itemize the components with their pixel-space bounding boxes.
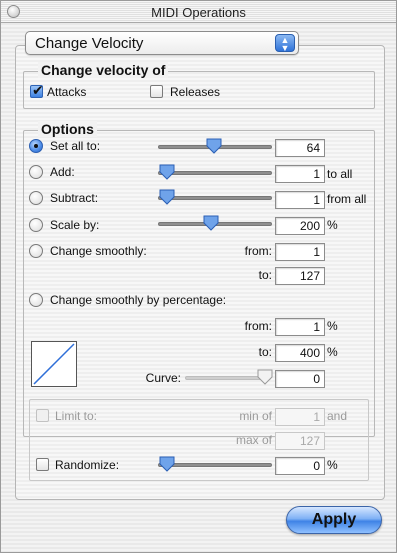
scale-by-field[interactable]: 200	[275, 217, 325, 235]
randomize-label: Randomize:	[55, 458, 120, 472]
scale-by-slider[interactable]	[158, 215, 272, 231]
subtract-suffix: from all	[327, 192, 367, 206]
subtract-radio[interactable]	[29, 191, 43, 205]
change-velocity-of-heading: Change velocity of	[38, 62, 169, 78]
add-field[interactable]: 1	[275, 165, 325, 183]
curve-label: Curve:	[145, 371, 181, 385]
popup-arrows-icon: ▲ ▼	[275, 34, 295, 53]
change-smoothly-from-label: from:	[244, 244, 272, 258]
scale-by-label: Scale by:	[50, 218, 100, 232]
add-radio[interactable]	[29, 165, 43, 179]
add-slider[interactable]	[158, 164, 272, 180]
set-all-to-radio[interactable]	[29, 139, 43, 153]
change-smoothly-label: Change smoothly:	[50, 244, 147, 258]
randomize-slider[interactable]	[158, 456, 272, 472]
limit-min-label: min of	[239, 409, 272, 423]
releases-checkbox[interactable]	[150, 85, 163, 98]
set-all-to-field[interactable]: 64	[275, 139, 325, 157]
scale-by-radio[interactable]	[29, 218, 43, 232]
add-label: Add:	[50, 165, 75, 179]
limit-to-checkbox[interactable]	[36, 409, 49, 422]
randomize-suffix: %	[327, 458, 338, 472]
change-smoothly-radio[interactable]	[29, 244, 43, 258]
curve-field[interactable]: 0	[275, 370, 325, 388]
add-suffix: to all	[327, 167, 353, 181]
change-smoothly-to-label: to:	[258, 268, 272, 282]
limit-max-field[interactable]: 127	[275, 432, 325, 450]
curve-slider[interactable]	[185, 369, 273, 385]
slider-thumb[interactable]	[159, 189, 175, 205]
subtract-slider[interactable]	[158, 189, 272, 205]
releases-label: Releases	[170, 85, 221, 99]
window-title: MIDI Operations	[151, 5, 246, 20]
title-bar[interactable]: MIDI Operations	[1, 1, 396, 23]
subtract-field[interactable]: 1	[275, 191, 325, 209]
set-all-to-label: Set all to:	[50, 139, 101, 153]
slider-thumb[interactable]	[203, 215, 219, 231]
change-smoothly-pct-to-suffix: %	[327, 345, 338, 359]
attacks-label: Attacks	[47, 85, 87, 99]
midi-operations-window: MIDI Operations Change Velocity ▲ ▼ Chang…	[0, 0, 397, 553]
options-heading: Options	[38, 121, 97, 137]
slider-thumb[interactable]	[159, 164, 175, 180]
slider-thumb[interactable]	[159, 456, 175, 472]
slider-track	[158, 171, 272, 175]
change-smoothly-pct-from-field[interactable]: 1	[275, 318, 325, 336]
change-smoothly-from-field[interactable]: 1	[275, 243, 325, 261]
curve-preview-graph	[31, 341, 77, 387]
set-all-to-slider[interactable]	[158, 138, 272, 154]
change-smoothly-pct-to-label: to:	[258, 345, 272, 359]
change-smoothly-to-field[interactable]: 127	[275, 267, 325, 285]
slider-track	[158, 196, 272, 200]
change-smoothly-pct-radio[interactable]	[29, 293, 43, 307]
slider-track	[158, 463, 272, 467]
change-smoothly-pct-label: Change smoothly by percentage:	[50, 293, 227, 307]
limit-to-label: Limit to:	[55, 409, 98, 423]
limit-and-label: and	[327, 409, 348, 423]
subtract-label: Subtract:	[50, 191, 99, 205]
operation-popup-menu[interactable]: Change Velocity ▲ ▼	[25, 31, 299, 55]
change-smoothly-pct-to-field[interactable]: 400	[275, 344, 325, 362]
limit-min-field[interactable]: 1	[275, 408, 325, 426]
randomize-field[interactable]: 0	[275, 457, 325, 475]
slider-thumb[interactable]	[206, 138, 222, 154]
change-smoothly-pct-from-label: from:	[244, 319, 272, 333]
change-smoothly-pct-from-suffix: %	[327, 319, 338, 333]
apply-button[interactable]: Apply	[286, 506, 382, 534]
operation-popup-value: Change Velocity	[35, 35, 144, 52]
limit-max-label: max of	[235, 433, 272, 447]
scale-by-suffix: %	[327, 218, 338, 232]
attacks-checkbox[interactable]	[30, 82, 44, 99]
randomize-checkbox[interactable]	[36, 458, 49, 471]
curve-line-icon	[33, 343, 75, 385]
slider-thumb[interactable]	[257, 369, 273, 385]
